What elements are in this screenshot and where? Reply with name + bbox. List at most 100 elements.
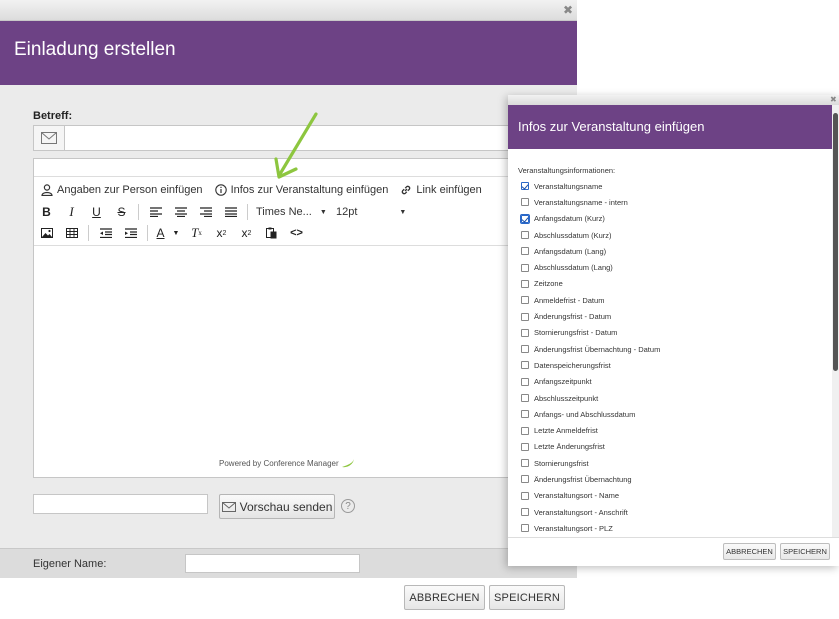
checkbox-list-item[interactable]: Anmeldefrist - Datum [521,292,660,308]
checkbox[interactable] [521,442,529,451]
checkbox[interactable] [521,345,529,354]
checkbox-label: Stornierungsfrist [534,458,589,468]
checkbox[interactable] [521,426,529,435]
checkbox[interactable] [521,475,529,484]
editor-content-area[interactable] [34,245,552,470]
overlay-save-button[interactable]: SPEICHERN [780,543,830,560]
chevron-down-icon: ▼ [319,208,327,216]
checkbox-label: Datenspeicherungsfrist [534,360,611,370]
checkbox[interactable] [521,524,529,533]
paste-icon[interactable] [259,223,284,243]
align-center-icon[interactable] [168,202,193,222]
strikethrough-icon[interactable]: S [109,202,134,222]
close-icon[interactable]: ✖ [830,96,837,104]
checkbox[interactable] [521,247,529,256]
checkbox-label: Abschlussdatum (Lang) [534,263,613,273]
checkbox-list-item[interactable]: Änderungsfrist - Datum [521,308,660,324]
checkbox[interactable] [520,213,530,224]
insert-link-label: Link einfügen [416,184,482,196]
subscript-icon[interactable]: x2 [209,223,234,243]
checkbox[interactable] [521,279,529,288]
outdent-icon[interactable] [93,223,118,243]
link-icon [402,185,411,195]
powered-by-text: Powered by Conference Manager [219,459,355,469]
checkbox-list-item[interactable]: Veranstaltungsort - Anschrift [521,504,660,520]
checkbox[interactable] [521,312,529,321]
align-left-icon[interactable] [143,202,168,222]
scrollbar-thumb[interactable] [833,113,838,371]
checkbox-list-item[interactable]: Abschlussdatum (Lang) [521,259,660,275]
checkbox[interactable] [521,263,529,272]
dialog-title: Einladung erstellen [14,39,176,60]
checkbox-list-item[interactable]: Stornierungsfrist - Datum [521,325,660,341]
checkbox-list-item[interactable]: Anfangszeitpunkt [521,374,660,390]
underline-icon[interactable]: U [84,202,109,222]
checkbox[interactable] [521,410,529,419]
checkbox[interactable] [521,377,529,386]
checkbox-list-item[interactable]: Veranstaltungsname [521,178,660,194]
format-toolbar: B I U S Times Ne... ▼ 12pt ▼ [34,201,408,223]
save-button[interactable]: SPEICHERN [489,585,565,610]
text-color-icon[interactable]: A ▼ [152,223,184,243]
checkbox-list-item[interactable]: Änderungsfrist Übernachtung - Datum [521,341,660,357]
checkbox[interactable] [521,361,529,370]
chevron-down-icon: ▼ [399,208,407,216]
overlay-cancel-button[interactable]: ABBRECHEN [723,543,776,560]
event-info-checkbox-list: Veranstaltungsname Veranstaltungsname - i… [520,178,660,537]
checkbox-label: Stornierungsfrist - Datum [534,328,618,338]
checkbox-list-item[interactable]: Veranstaltungsort - Name [521,488,660,504]
clear-format-icon[interactable]: Tx [184,223,209,243]
font-family-select[interactable]: Times Ne... ▼ [252,206,332,218]
checkbox-list-item[interactable]: Datenspeicherungsfrist [521,357,660,373]
checkbox[interactable] [521,491,529,500]
checkbox-label: Veranstaltungsname - intern [534,197,628,207]
font-size-select[interactable]: 12pt ▼ [332,206,408,218]
bold-icon[interactable]: B [34,202,59,222]
table-icon[interactable] [59,223,84,243]
align-justify-icon[interactable] [218,202,243,222]
checkbox[interactable] [521,459,529,468]
checkbox-list-item[interactable]: Stornierungsfrist [521,455,660,471]
superscript-icon[interactable]: x2 [234,223,259,243]
align-right-icon[interactable] [193,202,218,222]
subject-icon-box [34,126,65,150]
cancel-button[interactable]: ABBRECHEN [404,585,485,610]
insert-link-button[interactable]: Link einfügen [400,184,482,196]
info-icon [214,184,227,196]
checkbox[interactable] [521,508,529,517]
checkbox[interactable] [521,198,529,207]
checkbox-list-item[interactable]: Abschlusszeitpunkt [521,390,660,406]
send-preview-button[interactable]: Vorschau senden [219,494,335,519]
checkbox-list-item[interactable]: Veranstaltungsname - intern [521,194,660,210]
checkbox-label: Veranstaltungsname [534,181,603,191]
insert-person-button[interactable]: Angaben zur Person einfügen [41,184,203,196]
source-code-icon[interactable]: <> [284,223,309,243]
italic-icon[interactable]: I [59,202,84,222]
checkbox-list-item[interactable]: Anfangsdatum (Lang) [521,243,660,259]
checkbox-list-item[interactable]: Änderungsfrist Übernachtung [521,471,660,487]
close-icon[interactable]: ✖ [563,4,573,16]
envelope-icon [41,132,57,144]
checkbox[interactable] [521,394,529,402]
indent-icon[interactable] [118,223,143,243]
event-info-dialog: ✖ Infos zur Veranstaltung einfügen Veran… [508,95,839,566]
checkbox[interactable] [521,296,529,305]
rich-text-editor: Angaben zur Person einfügen Infos zur Ve… [33,158,553,478]
image-icon[interactable] [34,223,59,243]
checkbox-list-item[interactable]: Anfangsdatum (Kurz) [520,211,660,227]
checkbox-list-item[interactable]: Anfangs- und Abschlussdatum [521,406,660,422]
checkbox-label: Zeitzone [534,279,563,289]
checkbox-list-item[interactable]: Letzte Änderungsfrist [521,439,660,455]
help-icon[interactable]: ? [341,499,355,513]
preview-email-input[interactable] [33,494,208,514]
checkbox-list-item[interactable]: Veranstaltungsort - PLZ [521,520,660,536]
checkbox-list-item[interactable]: Abschlussdatum (Kurz) [521,227,660,243]
checkbox[interactable] [521,231,529,240]
checkbox-list-item[interactable]: Zeitzone [521,276,660,292]
checkbox-label: Abschlussdatum (Kurz) [534,230,612,240]
checkbox-list-item[interactable]: Letzte Anmeldefrist [521,422,660,438]
checkbox-label: Anfangs- und Abschlussdatum [534,409,636,419]
checkbox[interactable] [521,328,529,337]
checkbox[interactable] [521,182,529,191]
own-name-input[interactable] [185,554,360,573]
